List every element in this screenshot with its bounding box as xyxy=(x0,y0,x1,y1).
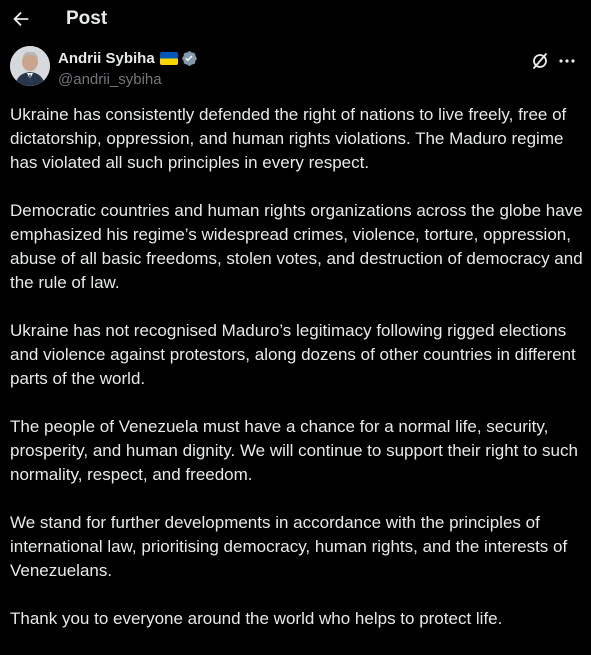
post-paragraph: Ukraine has not recognised Maduro’s legi… xyxy=(10,321,576,388)
top-bar: Post xyxy=(0,0,591,40)
grok-slash-icon[interactable] xyxy=(530,51,550,71)
post-paragraph: The people of Venezuela must have a chan… xyxy=(10,417,578,484)
ukraine-flag-icon xyxy=(159,51,178,65)
author-name-row: Andrii Sybiha xyxy=(58,48,198,68)
author-handle[interactable]: @andrii_sybiha xyxy=(58,71,198,89)
post-author: Andrii Sybiha @andrii_sybiha xyxy=(0,46,591,92)
post-paragraph: We stand for further developments in acc… xyxy=(10,513,568,580)
display-name[interactable]: Andrii Sybiha xyxy=(58,50,155,67)
post-text: Ukraine has consistently defended the ri… xyxy=(10,103,585,655)
post-paragraph: Ukraine has consistently defended the ri… xyxy=(10,105,567,172)
post-paragraph: Democratic countries and human rights or… xyxy=(10,201,583,292)
verified-badge-icon[interactable] xyxy=(181,50,198,67)
post-paragraph: Thank you to everyone around the world w… xyxy=(10,609,503,628)
avatar[interactable] xyxy=(10,46,50,86)
arrow-left-icon[interactable] xyxy=(10,8,32,30)
more-horizontal-icon[interactable] xyxy=(556,51,578,71)
author-info: Andrii Sybiha @andrii_sybiha xyxy=(58,48,198,89)
page-title: Post xyxy=(66,8,108,29)
